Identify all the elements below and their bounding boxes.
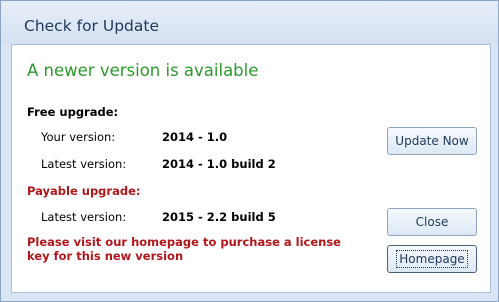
homepage-button[interactable]: Homepage — [387, 245, 477, 273]
update-now-button[interactable]: Update Now — [387, 127, 477, 155]
latest-payable-version-label: Latest version: — [41, 210, 127, 224]
check-for-update-dialog: Check for Update A newer version is avai… — [0, 0, 499, 302]
free-upgrade-heading: Free upgrade: — [27, 105, 119, 119]
latest-free-version-label: Latest version: — [41, 157, 127, 171]
purchase-notice-line1: Please visit our homepage to purchase a … — [27, 235, 341, 249]
latest-payable-version-value: 2015 - 2.2 build 5 — [162, 210, 276, 224]
title-bar: Check for Update — [1, 1, 498, 44]
purchase-notice: Please visit our homepage to purchase a … — [27, 235, 341, 263]
close-button[interactable]: Close — [387, 208, 477, 236]
headline: A newer version is available — [27, 61, 259, 80]
homepage-button-label: Homepage — [396, 250, 468, 268]
payable-upgrade-heading: Payable upgrade: — [27, 184, 141, 198]
content-panel: A newer version is available Free upgrad… — [11, 44, 491, 293]
your-version-value: 2014 - 1.0 — [162, 130, 228, 144]
dialog-title: Check for Update — [24, 17, 159, 35]
your-version-label: Your version: — [41, 130, 116, 144]
latest-free-version-value: 2014 - 1.0 build 2 — [162, 157, 276, 171]
purchase-notice-line2: key for this new version — [27, 249, 184, 263]
